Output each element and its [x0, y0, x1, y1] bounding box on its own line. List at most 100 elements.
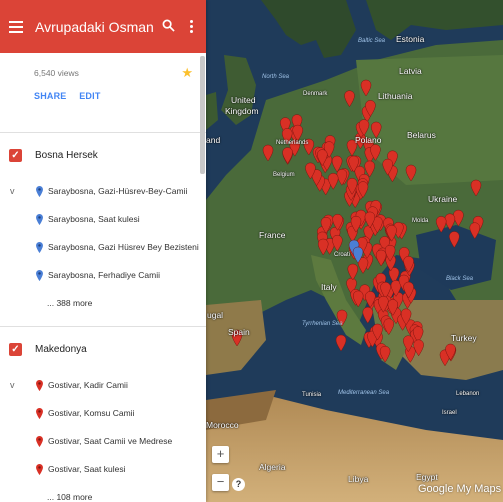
map-pin[interactable] [262, 144, 274, 162]
map-label: United [231, 95, 256, 105]
place-label: Saraybosna, Ferhadiye Camii [48, 270, 160, 280]
list-item[interactable]: v Saraybosna, Gazi-Hüsrev-Bey-Camii [0, 177, 206, 205]
map-pin[interactable] [435, 216, 447, 233]
share-link[interactable]: SHARE [34, 91, 67, 101]
place-label: Saraybosna, Saat kulesi [48, 214, 140, 224]
google-my-maps-logo: Google My Maps [418, 483, 502, 495]
map-pin[interactable] [332, 234, 343, 252]
layer-title: Makedonya [35, 343, 87, 355]
more-link[interactable]: ... 108 more [0, 483, 206, 502]
layer-makedonya: ✓ Makedonya v Gostivar, Kadir Camii Gost… [0, 327, 206, 502]
map-pin[interactable] [360, 79, 372, 97]
blue-pin-icon [36, 185, 43, 197]
map-label: Polano [355, 135, 382, 145]
map-label: Ukraine [428, 194, 458, 204]
zoom-in-button[interactable]: + [212, 446, 229, 463]
map-pin[interactable] [317, 238, 329, 256]
red-pin-icon [36, 463, 43, 475]
layer-bosna-hersek: ✓ Bosna Hersek v Saraybosna, Gazi-Hüsrev… [0, 133, 206, 327]
map-pin[interactable] [470, 179, 482, 197]
map-pin[interactable] [375, 249, 387, 267]
chevron-down-icon[interactable]: v [10, 380, 15, 390]
map-label: Libya [348, 474, 369, 484]
help-icon[interactable]: ? [232, 478, 245, 491]
map-label: ugal [207, 310, 224, 320]
map-pin[interactable] [335, 334, 347, 352]
map-label: Lithuania [378, 91, 413, 101]
map-label: Algeria [259, 462, 286, 472]
place-label: Gostivar, Komsu Camii [48, 408, 135, 418]
list-item[interactable]: Saraybosna, Gazi Hüsrev Bey Bezisteni [0, 233, 206, 261]
map-pin[interactable] [352, 290, 364, 308]
blue-pin-icon [36, 269, 43, 281]
place-label: Saraybosna, Gazi Hüsrev Bey Bezisteni [48, 242, 199, 252]
layer-title: Bosna Hersek [35, 149, 98, 161]
layer-checkbox[interactable]: ✓ [9, 342, 22, 356]
map-label: North Sea [262, 74, 290, 80]
map-label: Baltic Sea [358, 38, 386, 44]
map-pin[interactable] [362, 306, 374, 324]
map-pin[interactable] [347, 263, 359, 281]
place-label: Saraybosna, Gazi-Hüsrev-Bey-Camii [48, 186, 188, 196]
layer-header[interactable]: ✓ Makedonya [0, 327, 206, 371]
menu-icon[interactable] [9, 20, 23, 33]
map-label: Denmark [303, 91, 328, 97]
red-pin-icon [36, 435, 43, 447]
map-label: Netherlands [276, 140, 309, 146]
map-label: France [259, 230, 286, 240]
map-label: Israel [442, 410, 457, 416]
layer-header[interactable]: ✓ Bosna Hersek [0, 133, 206, 177]
chevron-down-icon[interactable]: v [10, 186, 15, 196]
map-pin[interactable] [405, 164, 417, 182]
zoom-out-button[interactable]: − [212, 474, 229, 491]
place-label: Gostivar, Saat Camii ve Medrese [48, 436, 173, 446]
app-header: Avrupadaki Osmanlı es... [0, 0, 206, 53]
list-item[interactable]: Gostivar, Saat kulesi [0, 455, 206, 483]
map-label: Italy [321, 282, 337, 292]
red-pin-icon [36, 407, 43, 419]
edit-link[interactable]: EDIT [79, 91, 100, 101]
map-label: Spain [228, 327, 250, 337]
list-item[interactable]: Saraybosna, Saat kulesi [0, 205, 206, 233]
list-item[interactable]: Saraybosna, Ferhadiye Camii [0, 261, 206, 289]
map-pins [231, 79, 484, 367]
blue-pin-icon [36, 213, 43, 225]
map-label: and [206, 135, 221, 145]
place-label: Gostivar, Saat kulesi [48, 464, 126, 474]
map-label: Lebanon [456, 391, 480, 397]
map-label: Latvia [399, 66, 422, 76]
list-item[interactable]: Gostivar, Komsu Camii [0, 399, 206, 427]
map-pin[interactable] [379, 345, 391, 363]
action-links: SHARE EDIT [34, 91, 206, 101]
map-pin[interactable] [469, 222, 481, 240]
map-canvas[interactable]: North Sea Baltic Sea Black Sea Tyrrhenia… [206, 0, 503, 502]
map-label: Turkey [451, 333, 477, 343]
map-pin[interactable] [282, 147, 293, 164]
search-icon[interactable] [158, 19, 178, 35]
map-label: Egypt [416, 472, 438, 482]
red-pin-icon [36, 379, 43, 391]
list-item[interactable]: Gostivar, Saat Camii ve Medrese [0, 427, 206, 455]
list-item[interactable]: v Gostivar, Kadir Camii [0, 371, 206, 399]
map-pin[interactable] [383, 318, 395, 336]
map-label: Morocco [206, 420, 239, 430]
map-pin[interactable] [449, 231, 460, 248]
blue-pin-icon [36, 241, 43, 253]
more-link[interactable]: ... 388 more [0, 289, 206, 316]
map-label: Molda [412, 218, 429, 224]
map-label: Belgium [273, 172, 295, 178]
star-icon[interactable]: ★ [181, 65, 193, 81]
map-label: Tunisia [302, 392, 322, 398]
map-label: Tyrrhenian Sea [302, 321, 343, 327]
map-label: Estonia [396, 34, 425, 44]
map-meta: 6,540 views SHARE EDIT ★ [0, 53, 206, 133]
sidebar-panel: Avrupadaki Osmanlı es... 6,540 views SHA… [0, 0, 206, 502]
map-title: Avrupadaki Osmanlı es... [35, 18, 154, 35]
map-label: Croati [334, 252, 351, 258]
layer-checkbox[interactable]: ✓ [9, 148, 22, 162]
view-count: 6,540 views [34, 68, 79, 78]
map-pin[interactable] [344, 90, 355, 108]
place-label: Gostivar, Kadir Camii [48, 380, 128, 390]
more-vert-icon[interactable] [184, 20, 198, 33]
map-label: Kingdom [225, 106, 259, 116]
